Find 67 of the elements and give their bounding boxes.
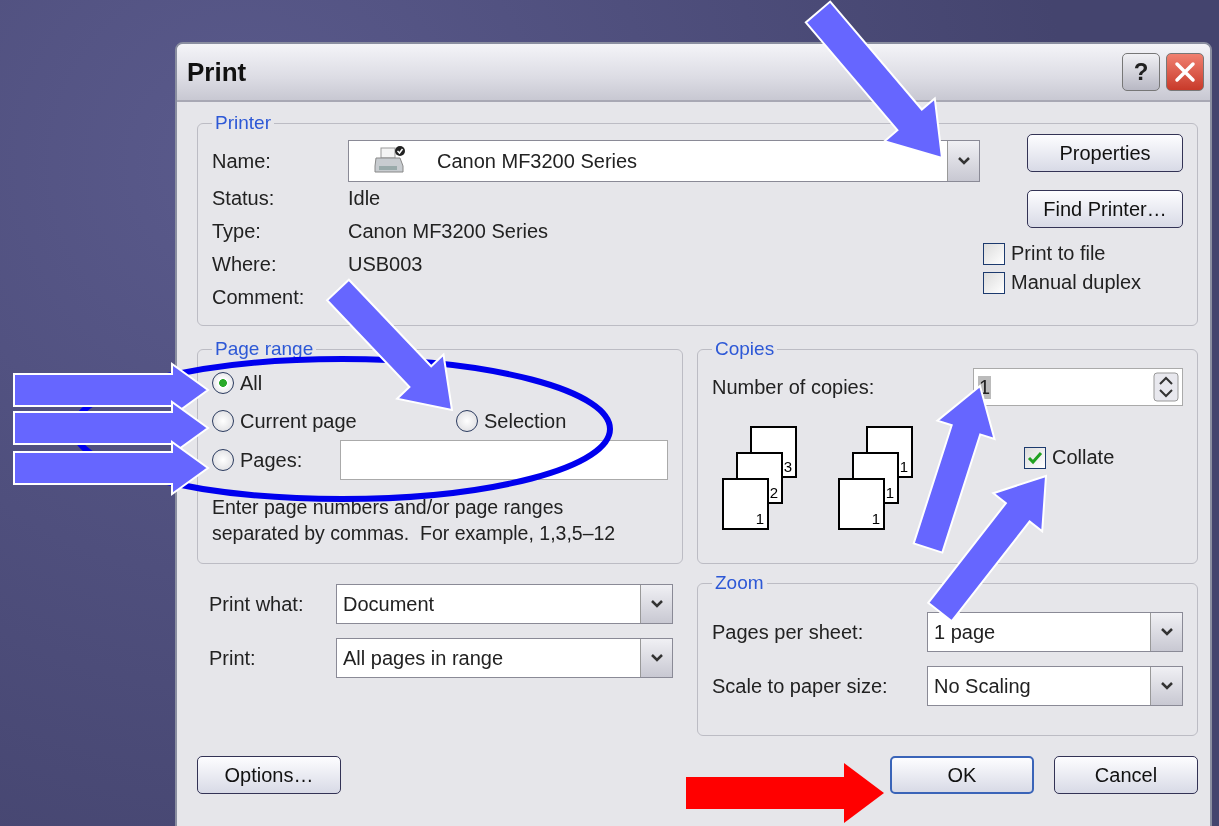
dialog-button[interactable]: Options… xyxy=(197,756,341,794)
close-button[interactable] xyxy=(1166,53,1204,91)
page-stack-drawing: 3 2 1 xyxy=(722,426,798,532)
copies-spin-field[interactable]: 1 xyxy=(973,368,1183,406)
radio-label: Selection xyxy=(484,409,567,433)
field-label: Number of copies: xyxy=(712,375,875,399)
group-title: Copies xyxy=(714,338,776,360)
dropdown[interactable]: All pages in range xyxy=(336,638,673,678)
group-title: Zoom xyxy=(714,572,765,594)
dialog-button[interactable]: OK xyxy=(890,756,1034,794)
dialog-button[interactable]: Properties xyxy=(1027,134,1183,172)
dropdown[interactable]: No Scaling xyxy=(927,666,1183,706)
field-value: Canon MF3200 Series xyxy=(348,220,549,243)
field-label: Pages per sheet: xyxy=(712,620,864,644)
dropdown-value: 1 page xyxy=(933,620,997,644)
dropdown-button[interactable] xyxy=(1150,613,1182,651)
field-label: Type: xyxy=(212,220,262,243)
dropdown-value: Document xyxy=(342,592,436,616)
checkbox-label: Manual duplex xyxy=(1011,271,1142,294)
printer-name: Canon MF3200 Series xyxy=(436,149,639,173)
pages-input-field[interactable] xyxy=(340,440,668,480)
field-label: Status: xyxy=(212,187,276,210)
field-label: Where: xyxy=(212,253,278,276)
dropdown-button[interactable] xyxy=(947,141,979,181)
page-stack-drawing: 1 1 1 xyxy=(838,426,914,532)
help-button[interactable]: ? xyxy=(1122,53,1160,91)
radio-label: All xyxy=(240,371,263,395)
field-label: Scale to paper size: xyxy=(712,674,888,698)
dialog-button[interactable]: Cancel xyxy=(1054,756,1198,794)
caret-icon xyxy=(956,156,971,166)
field-label: Print what: xyxy=(209,592,305,616)
dialog-button[interactable]: Find Printer… xyxy=(1027,190,1183,228)
checkbox-label: Print to file xyxy=(1011,242,1106,265)
field-label: Comment: xyxy=(212,286,306,309)
dropdown-value: No Scaling xyxy=(933,674,1032,698)
field-value: Idle xyxy=(348,187,381,210)
checkbox[interactable] xyxy=(983,242,1005,265)
caret-icon xyxy=(649,653,664,663)
dropdown[interactable]: Document xyxy=(336,584,673,624)
caret-icon xyxy=(1159,681,1174,691)
caret-icon xyxy=(1159,627,1174,637)
field-value: USB003 xyxy=(348,253,423,276)
field-label: Print: xyxy=(209,646,257,670)
help-text: Enter page numbers and/or page ranges separated by commas. For example, 1,3,5–12 xyxy=(212,495,617,546)
dropdown-button[interactable] xyxy=(640,639,672,677)
printer-icon xyxy=(373,146,407,176)
close-icon xyxy=(1174,61,1196,83)
group-title: Page range xyxy=(214,338,315,360)
radio-label: Current page xyxy=(240,409,357,433)
dropdown-button[interactable] xyxy=(640,585,672,623)
radio-button[interactable] xyxy=(212,449,234,471)
printer-dropdown[interactable]: Canon MF3200 Series xyxy=(348,140,980,182)
checkbox-label: Collate xyxy=(1052,446,1115,469)
dropdown[interactable]: 1 page xyxy=(927,612,1183,652)
radio-label: Pages: xyxy=(240,448,303,472)
checkbox[interactable] xyxy=(1024,446,1046,469)
window-title: Print xyxy=(187,56,247,88)
group-title: Printer xyxy=(214,112,272,134)
field-label: Name: xyxy=(212,149,272,173)
caret-icon xyxy=(649,599,664,609)
radio-button[interactable] xyxy=(212,410,234,432)
checkbox[interactable] xyxy=(983,271,1005,294)
radio-button[interactable] xyxy=(212,372,234,394)
radio-button[interactable] xyxy=(456,410,478,432)
dropdown-button[interactable] xyxy=(1150,667,1182,705)
dropdown-value: All pages in range xyxy=(342,646,505,670)
spinner-arrows-icon[interactable] xyxy=(1153,372,1179,402)
